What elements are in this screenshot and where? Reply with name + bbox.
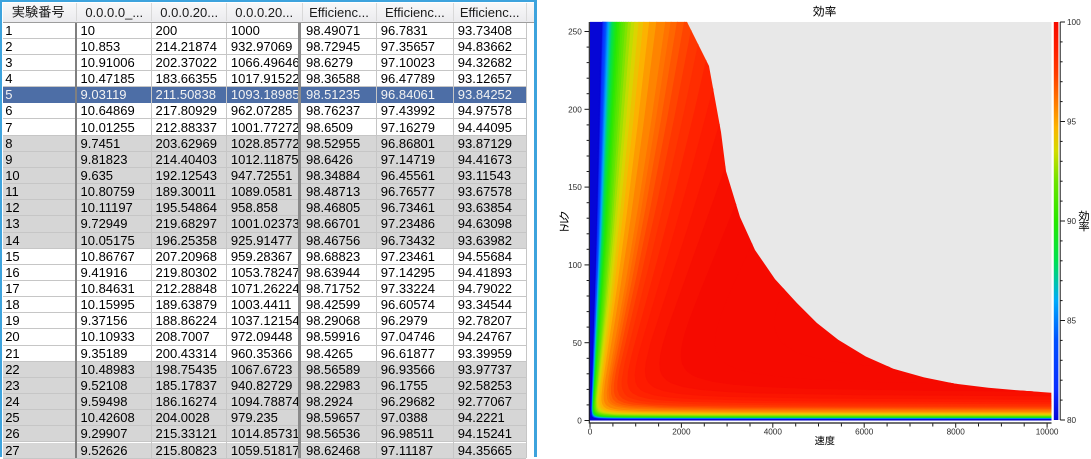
svg-text:100: 100 [1067, 18, 1081, 27]
svg-text:250: 250 [568, 28, 582, 37]
svg-text:10000: 10000 [1036, 427, 1059, 436]
svg-text:80: 80 [1067, 416, 1077, 425]
svg-text:85: 85 [1067, 317, 1077, 326]
svg-text:0: 0 [588, 427, 593, 436]
svg-text:2000: 2000 [672, 427, 691, 436]
svg-text:95: 95 [1067, 118, 1077, 127]
svg-text:0: 0 [577, 417, 582, 426]
svg-text:8000: 8000 [947, 427, 966, 436]
svg-text:150: 150 [568, 183, 582, 192]
svg-text:6000: 6000 [855, 427, 874, 436]
svg-text:100: 100 [568, 261, 582, 270]
svg-text:50: 50 [573, 339, 583, 348]
svg-text:200: 200 [568, 105, 582, 114]
svg-text:90: 90 [1067, 217, 1077, 226]
svg-text:4000: 4000 [764, 427, 783, 436]
